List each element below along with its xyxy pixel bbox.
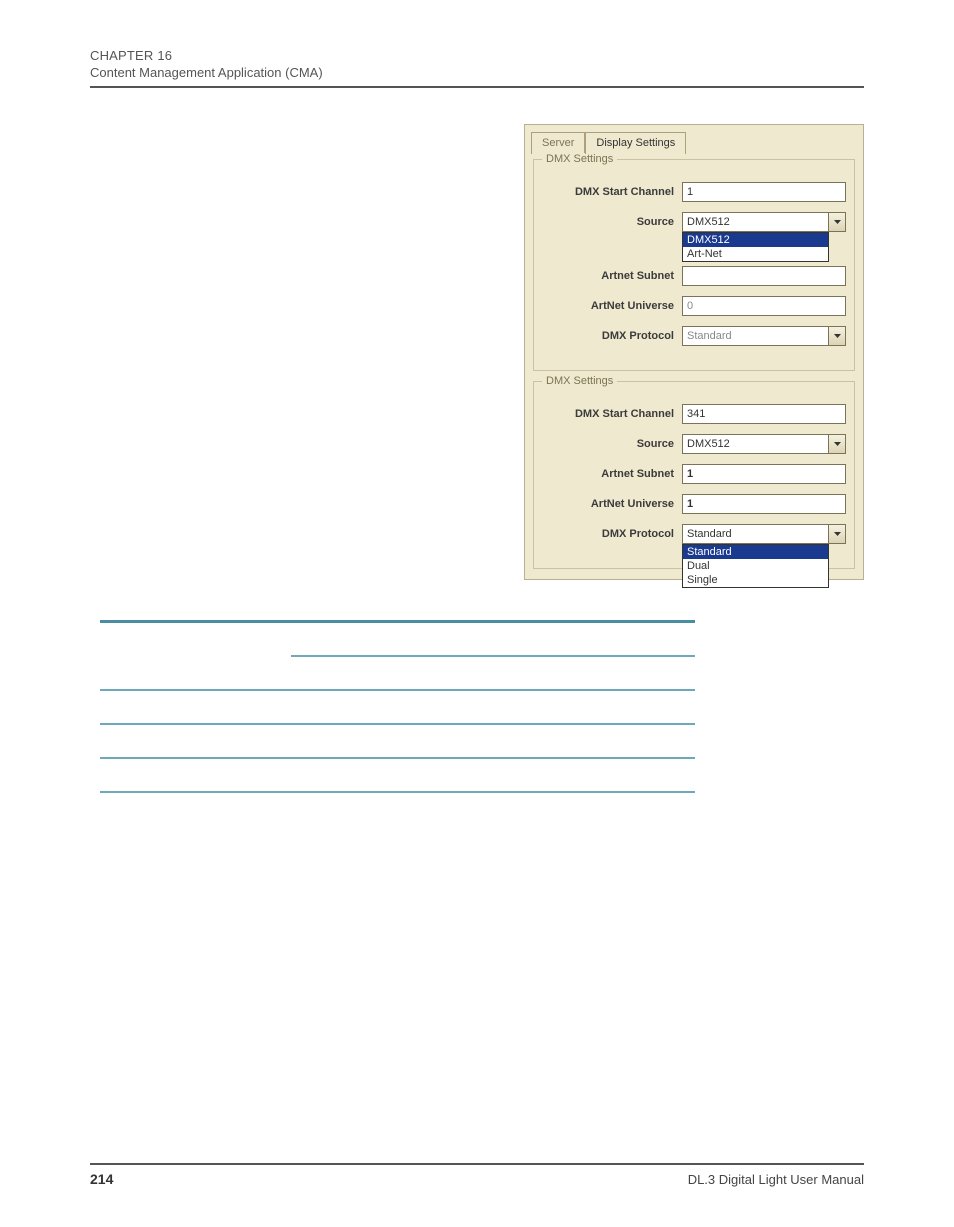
chevron-down-icon[interactable] <box>829 524 846 544</box>
table-cell <box>594 758 695 792</box>
dropdown-dmx-protocol[interactable]: Standard Dual Single <box>682 544 829 588</box>
label-dmx-start-channel: DMX Start Channel <box>542 408 682 420</box>
input-artnet-universe[interactable] <box>682 296 846 316</box>
table-header-row-1 <box>100 622 695 656</box>
tab-server[interactable]: Server <box>531 132 585 154</box>
footer-title: DL.3 Digital Light User Manual <box>688 1172 864 1187</box>
input-artnet-subnet[interactable] <box>682 464 846 484</box>
option-dmx512[interactable]: DMX512 <box>683 233 828 247</box>
option-dual[interactable]: Dual <box>683 559 828 573</box>
table-cell <box>594 724 695 758</box>
tab-bar: Server Display Settings <box>525 125 863 153</box>
row-dmx-protocol: DMX Protocol Standard Standard Dual Sing… <box>542 524 846 544</box>
row-dmx-start-channel: DMX Start Channel <box>542 182 846 202</box>
table-cell <box>100 724 291 758</box>
page-footer: 214 DL.3 Digital Light User Manual <box>90 1163 864 1187</box>
input-dmx-start-channel[interactable] <box>682 182 846 202</box>
option-artnet[interactable]: Art-Net <box>683 247 828 261</box>
select-source[interactable]: DMX512 DMX512 Art-Net <box>682 212 846 232</box>
row-artnet-universe: ArtNet Universe <box>542 494 846 514</box>
table-row <box>100 758 695 792</box>
empty-table <box>100 620 695 793</box>
table-cell <box>392 690 493 724</box>
row-artnet-subnet: Artnet Subnet <box>542 464 846 484</box>
row-artnet-subnet: Artnet Subnet <box>542 266 846 286</box>
label-dmx-protocol: DMX Protocol <box>542 330 682 342</box>
table-header-cell <box>594 656 695 690</box>
table-header-cell <box>392 656 493 690</box>
table-header-cell <box>291 622 493 656</box>
table-cell <box>493 690 594 724</box>
label-source: Source <box>542 216 682 228</box>
table-cell <box>291 758 392 792</box>
table-row <box>100 724 695 758</box>
select-dmx-protocol-value: Standard <box>682 524 829 544</box>
select-source[interactable]: DMX512 <box>682 434 846 454</box>
input-artnet-subnet[interactable] <box>682 266 846 286</box>
label-source: Source <box>542 438 682 450</box>
table-header-cell <box>291 656 392 690</box>
table-cell <box>291 724 392 758</box>
table-cell <box>392 724 493 758</box>
table-header-cell <box>493 622 695 656</box>
select-source-value: DMX512 <box>682 434 829 454</box>
label-artnet-universe: ArtNet Universe <box>542 498 682 510</box>
label-artnet-subnet: Artnet Subnet <box>542 468 682 480</box>
row-dmx-protocol: DMX Protocol Standard <box>542 326 846 346</box>
table-cell <box>100 690 291 724</box>
table-cell <box>291 690 392 724</box>
option-single[interactable]: Single <box>683 573 828 587</box>
label-artnet-universe: ArtNet Universe <box>542 300 682 312</box>
select-dmx-protocol-value: Standard <box>682 326 829 346</box>
select-source-value: DMX512 <box>682 212 829 232</box>
table-cell <box>100 758 291 792</box>
label-dmx-start-channel: DMX Start Channel <box>542 186 682 198</box>
page-header: CHAPTER 16 Content Management Applicatio… <box>90 48 864 88</box>
chevron-down-icon[interactable] <box>829 326 846 346</box>
row-source: Source DMX512 <box>542 434 846 454</box>
select-dmx-protocol[interactable]: Standard Standard Dual Single <box>682 524 846 544</box>
chevron-down-icon[interactable] <box>829 434 846 454</box>
row-artnet-universe: ArtNet Universe <box>542 296 846 316</box>
group-legend: DMX Settings <box>542 375 617 387</box>
dropdown-source[interactable]: DMX512 Art-Net <box>682 232 829 262</box>
chapter-subtitle: Content Management Application (CMA) <box>90 65 864 88</box>
option-standard[interactable]: Standard <box>683 545 828 559</box>
tab-display-settings[interactable]: Display Settings <box>585 132 686 154</box>
row-dmx-start-channel: DMX Start Channel <box>542 404 846 424</box>
page-number: 214 <box>90 1171 113 1187</box>
screenshot-container: Server Display Settings DMX Settings DMX… <box>90 124 864 580</box>
input-dmx-start-channel[interactable] <box>682 404 846 424</box>
table-header-cell <box>493 656 594 690</box>
row-source: Source DMX512 DMX512 Art-Net <box>542 212 846 232</box>
label-artnet-subnet: Artnet Subnet <box>542 270 682 282</box>
table-cell <box>594 690 695 724</box>
table-row <box>100 690 695 724</box>
dmx-settings-group-1: DMX Settings DMX Start Channel Source DM… <box>533 159 855 371</box>
select-dmx-protocol[interactable]: Standard <box>682 326 846 346</box>
input-artnet-universe[interactable] <box>682 494 846 514</box>
chapter-label: CHAPTER 16 <box>90 48 864 63</box>
table-cell <box>392 758 493 792</box>
table-cell <box>493 758 594 792</box>
settings-screenshot: Server Display Settings DMX Settings DMX… <box>524 124 864 580</box>
table-cell <box>493 724 594 758</box>
chevron-down-icon[interactable] <box>829 212 846 232</box>
label-dmx-protocol: DMX Protocol <box>542 528 682 540</box>
group-legend: DMX Settings <box>542 153 617 165</box>
dmx-settings-group-2: DMX Settings DMX Start Channel Source DM… <box>533 381 855 569</box>
table-header-cell <box>100 622 291 690</box>
